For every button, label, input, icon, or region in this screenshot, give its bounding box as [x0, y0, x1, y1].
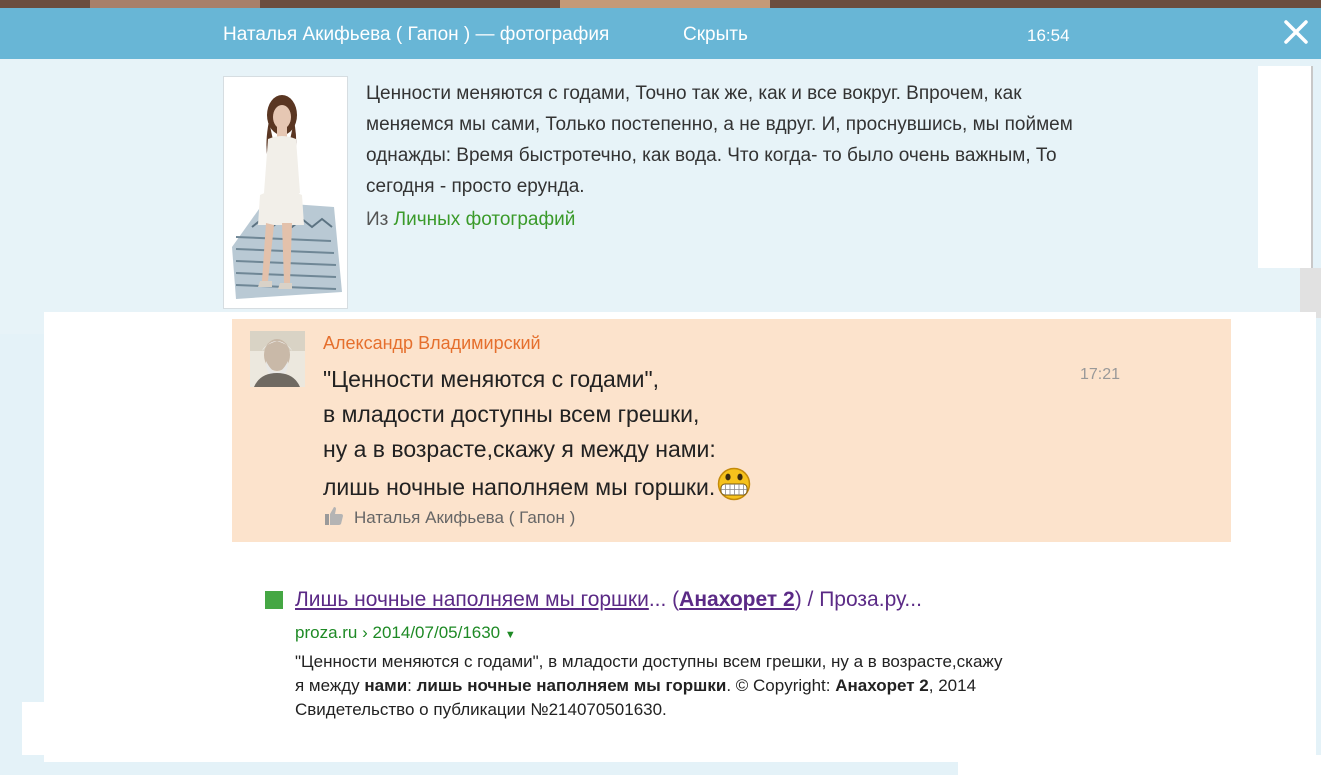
result-favicon	[265, 591, 283, 609]
comment-line-text: лишь ночные наполняем мы горшки.	[323, 474, 716, 500]
url-dropdown-arrow-icon[interactable]: ▼	[505, 629, 516, 641]
comment-line: в младости доступны всем грешки,	[323, 401, 700, 427]
search-result-url: proza.ru › 2014/07/05/1630 ▼	[295, 623, 516, 642]
photo-description: Ценности меняются с годами, Точно так же…	[366, 83, 1073, 197]
comment-line: "Ценности меняются с годами",	[323, 366, 660, 392]
hide-button[interactable]: Скрыть	[683, 24, 748, 46]
comment-line: ну а в возрасте,скажу я между нами:	[323, 436, 716, 462]
man-avatar-image	[250, 331, 305, 387]
search-result-title-link[interactable]: Лишь ночные наполняем мы горшки... (Анах…	[295, 588, 922, 612]
scrollbar-track[interactable]	[1258, 66, 1313, 268]
from-prefix: Из	[366, 209, 389, 230]
close-icon[interactable]	[1282, 18, 1310, 46]
comment-time: 17:21	[1080, 366, 1121, 383]
scrollbar-line	[1311, 66, 1313, 268]
thumbs-up-icon[interactable]	[323, 505, 345, 527]
comment-author[interactable]: Александр Владимирский	[323, 333, 541, 354]
photo-source: Из Личных фотографий	[366, 209, 575, 231]
liked-by-name[interactable]: Наталья Акифьева ( Гапон )	[354, 508, 575, 528]
top-background-strip	[0, 0, 1321, 8]
photo-viewer-title: Наталья Акифьева ( Гапон ) — фотография	[223, 24, 610, 45]
search-result-snippet: "Ценности меняются с годами", в младости…	[295, 652, 1003, 719]
album-link[interactable]: Личных фотографий	[394, 209, 576, 230]
grin-emoji-icon	[718, 467, 751, 501]
header-time: 16:54	[1027, 26, 1070, 45]
comment-text: "Ценности меняются с годами", в младости…	[323, 362, 752, 505]
photo-thumbnail[interactable]	[223, 76, 348, 309]
avatar[interactable]	[250, 331, 305, 387]
photo-viewer-header: Наталья Акифьева ( Гапон ) — фотография …	[0, 8, 1321, 59]
woman-photo-image	[224, 77, 347, 308]
comment-line: лишь ночные наполняем мы горшки.	[323, 467, 752, 505]
